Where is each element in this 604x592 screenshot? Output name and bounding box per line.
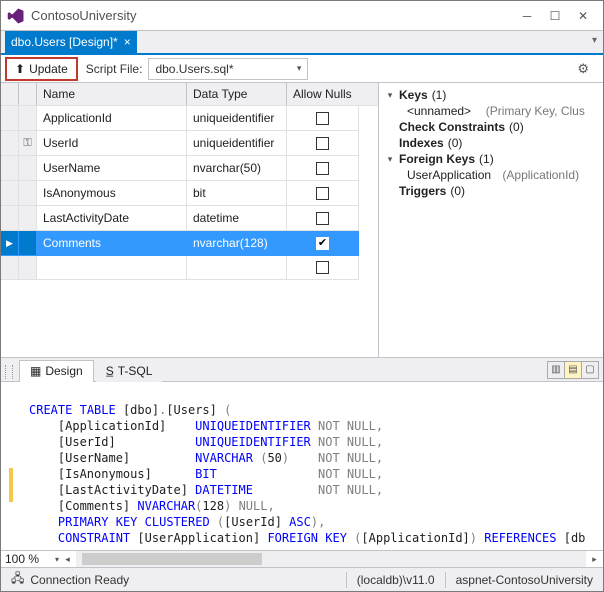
cell-datatype[interactable]: nvarchar(128)	[187, 231, 287, 256]
close-tab-icon[interactable]: ×	[124, 35, 131, 49]
scriptfile-label: Script File:	[86, 62, 143, 76]
status-bar: 🖧 Connection Ready (localdb)\v11.0 aspne…	[1, 567, 603, 591]
scroll-left-icon[interactable]: ◂	[59, 551, 76, 568]
tab-tsql[interactable]: S̲ T-SQL	[96, 360, 163, 382]
table-row[interactable]: IsAnonymous bit	[1, 181, 378, 206]
cell-datatype[interactable]: bit	[187, 181, 287, 206]
collapse-icon[interactable]: ▾	[385, 90, 395, 101]
status-server: (localdb)\v11.0	[347, 573, 445, 587]
table-row[interactable]: UserName nvarchar(50)	[1, 156, 378, 181]
layout-horiz-icon[interactable]: ▥	[547, 361, 565, 379]
cell-allownulls[interactable]	[287, 156, 359, 181]
primary-key-icon: ⚿	[19, 131, 37, 156]
document-tabs: dbo.Users [Design]* × ▾	[1, 31, 603, 55]
table-row-new[interactable]	[1, 256, 378, 280]
close-button[interactable]: ✕	[569, 6, 597, 26]
zoom-level[interactable]: 100 %	[1, 552, 55, 566]
cell-allownulls[interactable]	[287, 131, 359, 156]
cell-datatype[interactable]: uniqueidentifier	[187, 106, 287, 131]
sql-editor[interactable]: CREATE TABLE [dbo].[Users] ( [Applicatio…	[1, 382, 603, 550]
toolbar-settings-icon[interactable]: ⚙	[577, 61, 599, 77]
cell-allownulls[interactable]	[287, 106, 359, 131]
sql-icon: S̲	[106, 364, 114, 378]
cell-name[interactable]: UserId	[37, 131, 187, 156]
cell-allownulls[interactable]: ✔	[287, 231, 359, 256]
main-area: Name Data Type Allow Nulls ApplicationId…	[1, 83, 603, 567]
pane-tabs: ▦ Design S̲ T-SQL ▥ ▤ ▢	[1, 358, 603, 382]
scroll-right-icon[interactable]: ▸	[586, 551, 603, 568]
scroll-thumb[interactable]	[82, 553, 262, 565]
ctx-fk-item[interactable]: UserApplication (ApplicationId)	[385, 167, 597, 183]
update-arrow-icon: ⬆	[15, 62, 25, 76]
scriptfile-value: dbo.Users.sql*	[155, 62, 233, 76]
maximize-button[interactable]: ☐	[541, 6, 569, 26]
cell-allownulls[interactable]	[287, 181, 359, 206]
tab-overflow-icon[interactable]: ▾	[592, 35, 597, 46]
cell-datatype[interactable]: nvarchar(50)	[187, 156, 287, 181]
chevron-down-icon: ▾	[297, 63, 302, 74]
table-designer: Name Data Type Allow Nulls ApplicationId…	[1, 83, 603, 358]
update-button-label: Update	[29, 62, 68, 76]
scriptfile-dropdown[interactable]: dbo.Users.sql* ▾	[148, 58, 308, 80]
table-row[interactable]: ApplicationId uniqueidentifier	[1, 106, 378, 131]
ctx-triggers[interactable]: Triggers (0)	[385, 183, 597, 199]
cell-name[interactable]: LastActivityDate	[37, 206, 187, 231]
cell-datatype[interactable]: datetime	[187, 206, 287, 231]
table-icon: ▦	[30, 364, 41, 378]
layout-single-icon[interactable]: ▢	[581, 361, 599, 379]
ctx-foreign-keys[interactable]: ▾ Foreign Keys (1)	[385, 151, 597, 167]
cell-name[interactable]: IsAnonymous	[37, 181, 187, 206]
context-pane: ▾ Keys (1) <unnamed> (Primary Key, Clus …	[379, 83, 603, 357]
cell-datatype[interactable]: uniqueidentifier	[187, 131, 287, 156]
table-row[interactable]: Comments nvarchar(128) ✔	[1, 231, 378, 256]
columns-grid: Name Data Type Allow Nulls ApplicationId…	[1, 83, 379, 357]
col-header-datatype[interactable]: Data Type	[187, 83, 287, 105]
window: ContosoUniversity ─ ☐ ✕ dbo.Users [Desig…	[0, 0, 604, 592]
vs-logo-icon	[7, 7, 25, 25]
cell-allownulls[interactable]	[287, 256, 359, 280]
status-database: aspnet-ContosoUniversity	[446, 573, 603, 587]
document-tab-label: dbo.Users [Design]*	[11, 35, 118, 49]
minimize-button[interactable]: ─	[513, 6, 541, 26]
cell-name[interactable]: Comments	[37, 231, 187, 256]
cell-name[interactable]: UserName	[37, 156, 187, 181]
splitter-grip-icon[interactable]	[5, 365, 13, 379]
designer-toolbar: ⬆ Update Script File: dbo.Users.sql* ▾ ⚙	[1, 55, 603, 83]
layout-vert-icon[interactable]: ▤	[564, 361, 582, 379]
scroll-track[interactable]	[76, 551, 586, 568]
sql-hscroll: 100 % ▾ ◂ ▸	[1, 550, 603, 567]
status-connection: 🖧 Connection Ready	[1, 569, 139, 590]
table-row[interactable]: LastActivityDate datetime	[1, 206, 378, 231]
ctx-keys-item[interactable]: <unnamed> (Primary Key, Clus	[385, 103, 597, 119]
col-header-name[interactable]: Name	[37, 83, 187, 105]
cell-allownulls[interactable]	[287, 206, 359, 231]
col-header-allownulls[interactable]: Allow Nulls	[287, 83, 359, 105]
title-bar: ContosoUniversity ─ ☐ ✕	[1, 1, 603, 31]
collapse-icon[interactable]: ▾	[385, 154, 395, 165]
window-title: ContosoUniversity	[31, 8, 513, 23]
ctx-keys[interactable]: ▾ Keys (1)	[385, 87, 597, 103]
connection-icon: 🖧	[11, 569, 24, 590]
update-button[interactable]: ⬆ Update	[5, 57, 78, 81]
ctx-check-constraints[interactable]: Check Constraints (0)	[385, 119, 597, 135]
tab-dbo-users-design[interactable]: dbo.Users [Design]* ×	[5, 31, 137, 53]
ctx-indexes[interactable]: Indexes (0)	[385, 135, 597, 151]
columns-grid-header: Name Data Type Allow Nulls	[1, 83, 378, 106]
cell-name[interactable]: ApplicationId	[37, 106, 187, 131]
table-row[interactable]: ⚿ UserId uniqueidentifier	[1, 131, 378, 156]
tsql-pane: CREATE TABLE [dbo].[Users] ( [Applicatio…	[1, 382, 603, 567]
tab-design[interactable]: ▦ Design	[19, 360, 94, 382]
